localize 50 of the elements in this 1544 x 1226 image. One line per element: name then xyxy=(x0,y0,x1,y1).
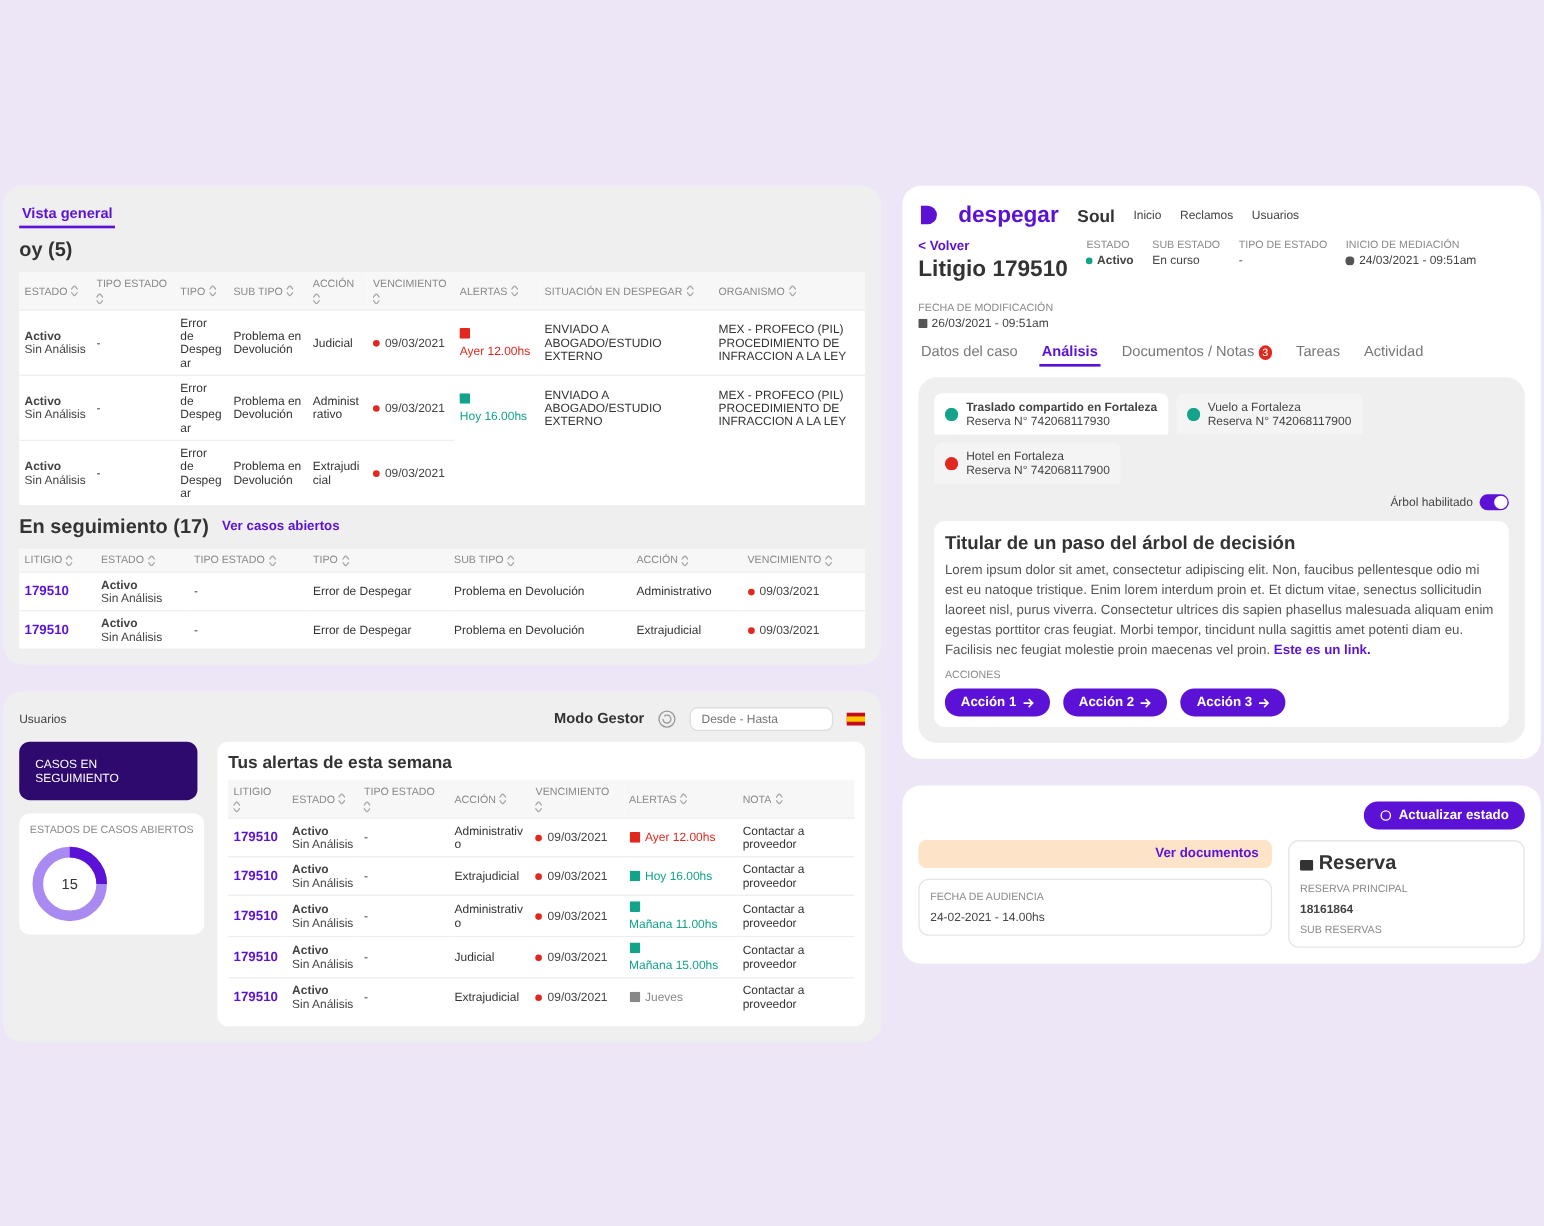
case-title: Litigio 179510 xyxy=(918,255,1068,282)
due-dot xyxy=(535,911,543,919)
calendar-icon xyxy=(918,317,928,327)
sort-icon[interactable] xyxy=(825,553,832,565)
due-dot xyxy=(372,338,380,345)
due-dot xyxy=(372,403,380,411)
sort-icon[interactable] xyxy=(507,553,515,565)
sort-icon[interactable] xyxy=(499,792,507,804)
due-dot xyxy=(372,468,380,476)
arrow-right-icon xyxy=(1022,696,1034,707)
due-dot xyxy=(535,992,543,1000)
due-dot xyxy=(535,952,543,960)
sort-icon[interactable] xyxy=(775,792,783,804)
sort-icon[interactable] xyxy=(96,292,104,304)
step-title: Titular de un paso del árbol de decisión xyxy=(944,530,1298,552)
sort-icon[interactable] xyxy=(66,553,73,565)
section-title: En seguimiento (17) xyxy=(19,514,209,538)
sort-icon[interactable] xyxy=(680,792,688,804)
brand-name: despegar xyxy=(958,200,1059,228)
sort-icon[interactable] xyxy=(535,800,543,812)
donut-chart-drawing: 15 xyxy=(29,843,110,923)
sort-icon[interactable] xyxy=(268,553,276,565)
alerts-title: Tus alertas de esta semana xyxy=(228,751,454,772)
sort-icon[interactable] xyxy=(363,800,371,812)
sort-icon[interactable] xyxy=(681,553,689,565)
sort-icon[interactable] xyxy=(686,284,693,296)
logo-icon xyxy=(918,203,940,225)
status-dot xyxy=(1086,255,1094,263)
due-dot xyxy=(747,587,755,594)
due-dot xyxy=(535,871,543,879)
tree-toggle[interactable] xyxy=(1479,493,1509,510)
sort-icon[interactable] xyxy=(511,284,518,296)
due-dot xyxy=(747,625,755,633)
sort-icon[interactable] xyxy=(341,553,349,565)
arrow-right-icon xyxy=(1258,696,1270,707)
arrow-right-icon xyxy=(1140,696,1152,707)
sort-icon[interactable] xyxy=(312,292,320,304)
sort-icon[interactable] xyxy=(209,284,216,296)
sort-icon[interactable] xyxy=(372,292,380,304)
product-name: Soul xyxy=(1077,204,1115,224)
sort-icon[interactable] xyxy=(339,792,346,804)
flag-icon xyxy=(846,711,866,725)
due-dot xyxy=(535,833,543,840)
sort-icon[interactable] xyxy=(147,553,155,565)
sort-icon[interactable] xyxy=(286,284,294,296)
sort-icon[interactable] xyxy=(233,800,241,812)
booking-heading: Reserva xyxy=(1318,851,1397,874)
section-title: oy (5) xyxy=(19,237,73,261)
sort-icon[interactable] xyxy=(71,284,79,296)
sort-icon[interactable] xyxy=(788,284,796,296)
